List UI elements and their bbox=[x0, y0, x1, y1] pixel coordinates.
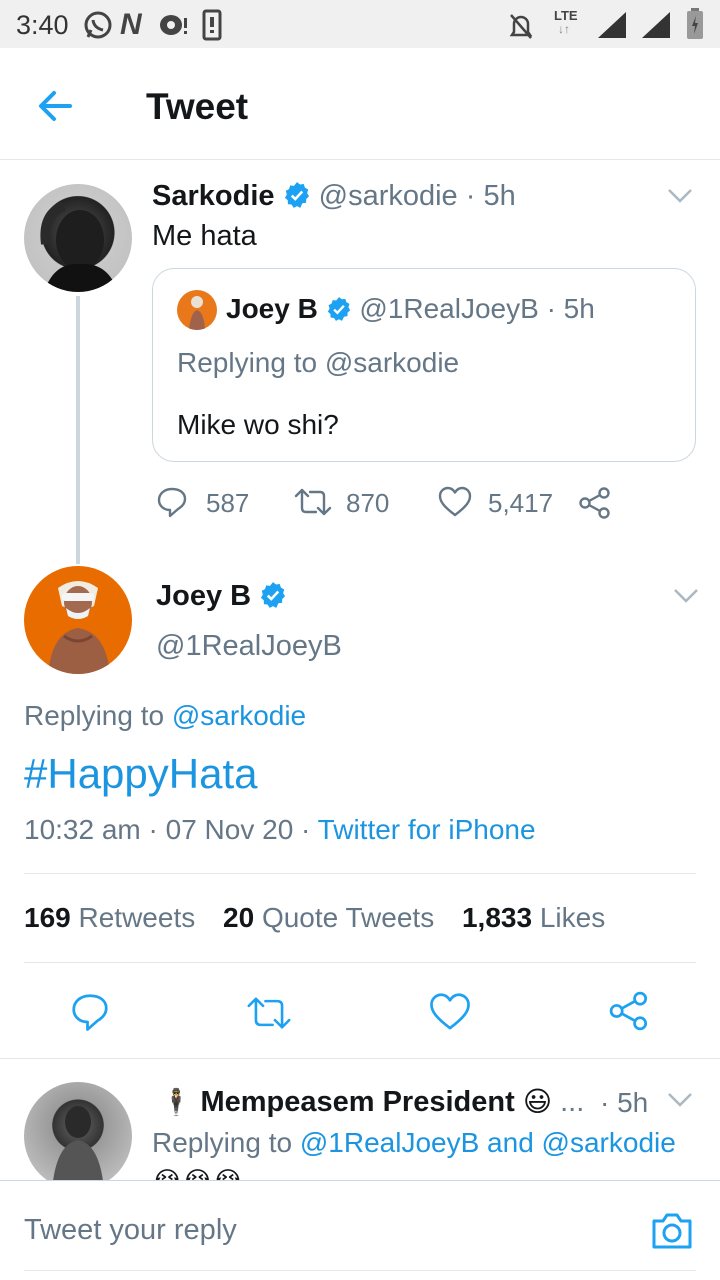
retweet-icon[interactable] bbox=[246, 994, 292, 1032]
tweet-stats: 169 Retweets 20 Quote Tweets 1,833 Likes bbox=[24, 902, 605, 934]
reply-avatar[interactable] bbox=[24, 1082, 132, 1190]
status-time: 3:40 bbox=[16, 10, 69, 40]
quote-text: Mike wo shi? bbox=[177, 409, 339, 440]
battery-icon bbox=[687, 8, 703, 39]
reply-icon[interactable] bbox=[70, 992, 110, 1032]
quote-replying-to: Replying to @sarkodie bbox=[177, 347, 460, 378]
divider bbox=[24, 873, 696, 874]
avatar-portrait bbox=[52, 1106, 104, 1190]
retweets-label: Retweets bbox=[78, 902, 196, 933]
like-icon[interactable] bbox=[429, 992, 471, 1032]
avatar-figure bbox=[48, 581, 110, 674]
hashtag-link[interactable]: #HappyHata bbox=[24, 750, 257, 798]
status-bar: 3:40 N LTE ↓↑ bbox=[0, 0, 720, 48]
share-icon[interactable] bbox=[578, 486, 612, 520]
quote-author-handle: @1RealJoeyB bbox=[359, 293, 539, 324]
quotes-count: 20 bbox=[223, 902, 255, 933]
tweet-text: Me hata bbox=[152, 220, 257, 252]
likes-count: 1,833 bbox=[461, 902, 533, 933]
retweet-icon[interactable] bbox=[294, 486, 332, 518]
share-icon[interactable] bbox=[608, 990, 650, 1032]
thread-line bbox=[76, 296, 80, 564]
tweet-time: · 5h bbox=[465, 180, 516, 212]
main-tweet-name-row: Joey B bbox=[156, 580, 287, 613]
likes-stat[interactable]: 1,833 Likes bbox=[462, 902, 605, 933]
whatsapp-icon bbox=[84, 11, 112, 39]
tweet-time: 10:32 am bbox=[24, 814, 141, 845]
person-emoji-icon: 🕴 bbox=[160, 1087, 193, 1117]
verified-badge-icon bbox=[261, 582, 286, 608]
divider bbox=[24, 1270, 696, 1271]
signal-icon bbox=[598, 12, 626, 38]
replying-handles-link[interactable]: @1RealJoeyB and @sarkodie bbox=[300, 1127, 676, 1158]
name-ellipsis: ... bbox=[560, 1086, 585, 1118]
reply-replying-to: Replying to @1RealJoeyB and @sarkodie bbox=[152, 1127, 676, 1159]
reply-author-name[interactable]: Mempeasem President bbox=[200, 1086, 514, 1118]
avatar-figure bbox=[189, 296, 205, 330]
quote-time: · 5h bbox=[546, 293, 595, 324]
divider bbox=[0, 1058, 720, 1059]
replying-to: Replying to @sarkodie bbox=[24, 700, 306, 732]
retweets-stat[interactable]: 169 Retweets bbox=[24, 902, 195, 933]
notifications-off-icon bbox=[509, 14, 533, 39]
verified-badge-icon bbox=[284, 182, 309, 208]
back-arrow-icon[interactable] bbox=[34, 84, 78, 128]
data-arrows-icon: ↓↑ bbox=[558, 22, 570, 36]
chat-bubble-icon bbox=[160, 15, 187, 35]
camera-icon[interactable] bbox=[650, 1209, 694, 1253]
author-handle[interactable]: @1RealJoeyB bbox=[156, 630, 342, 663]
author-handle[interactable]: @sarkodie bbox=[319, 180, 458, 212]
tweet-source-link[interactable]: Twitter for iPhone bbox=[318, 814, 536, 845]
phone-icon bbox=[202, 9, 222, 41]
chevron-down-icon[interactable] bbox=[666, 186, 694, 206]
page-title: Tweet bbox=[146, 86, 249, 127]
parent-tweet-header: Sarkodie @sarkodie · 5h bbox=[152, 180, 516, 213]
tweet-meta: 10:32 am · 07 Nov 20 · Twitter for iPhon… bbox=[24, 814, 536, 846]
likes-label: Likes bbox=[539, 902, 606, 933]
quote-header: Joey B @1RealJoeyB · 5h bbox=[226, 293, 595, 325]
reply-icon[interactable] bbox=[156, 486, 188, 518]
sarkodie-avatar[interactable] bbox=[24, 184, 132, 292]
quotes-stat[interactable]: 20 Quote Tweets bbox=[223, 902, 434, 933]
replying-prefix: Replying to bbox=[152, 1127, 300, 1158]
author-name[interactable]: Sarkodie bbox=[152, 180, 275, 212]
joeyb-avatar[interactable] bbox=[24, 566, 132, 674]
reply-time: · 5h bbox=[600, 1087, 649, 1118]
reply-count: 587 bbox=[206, 488, 250, 518]
replying-handle-link[interactable]: @sarkodie bbox=[172, 700, 306, 731]
like-icon[interactable] bbox=[438, 486, 472, 518]
quote-author-name: Joey B bbox=[226, 293, 318, 324]
divider bbox=[24, 962, 696, 963]
tweet-date: · 07 Nov 20 · bbox=[148, 814, 311, 845]
chevron-down-icon[interactable] bbox=[666, 1090, 694, 1110]
like-count: 5,417 bbox=[488, 488, 554, 518]
app-header bbox=[0, 48, 720, 160]
avatar-portrait bbox=[40, 201, 118, 292]
joeyb-quote-avatar bbox=[177, 290, 217, 330]
retweets-count: 169 bbox=[24, 902, 71, 933]
retweet-count: 870 bbox=[346, 488, 390, 518]
author-name[interactable]: Joey B bbox=[156, 580, 251, 612]
chevron-down-icon[interactable] bbox=[672, 586, 700, 606]
network-type: LTE bbox=[554, 8, 578, 23]
replying-prefix: Replying to bbox=[24, 700, 172, 731]
smiley-emoji-icon: 😃 bbox=[522, 1086, 553, 1117]
reply-input[interactable]: Tweet your reply bbox=[24, 1214, 237, 1247]
verified-badge-icon bbox=[327, 297, 350, 321]
signal-icon-2 bbox=[642, 12, 670, 38]
quotes-label: Quote Tweets bbox=[261, 902, 435, 933]
reply-header: 🕴 Mempeasem President 😃 ... bbox=[160, 1085, 584, 1119]
n-app-icon: N bbox=[120, 8, 142, 41]
